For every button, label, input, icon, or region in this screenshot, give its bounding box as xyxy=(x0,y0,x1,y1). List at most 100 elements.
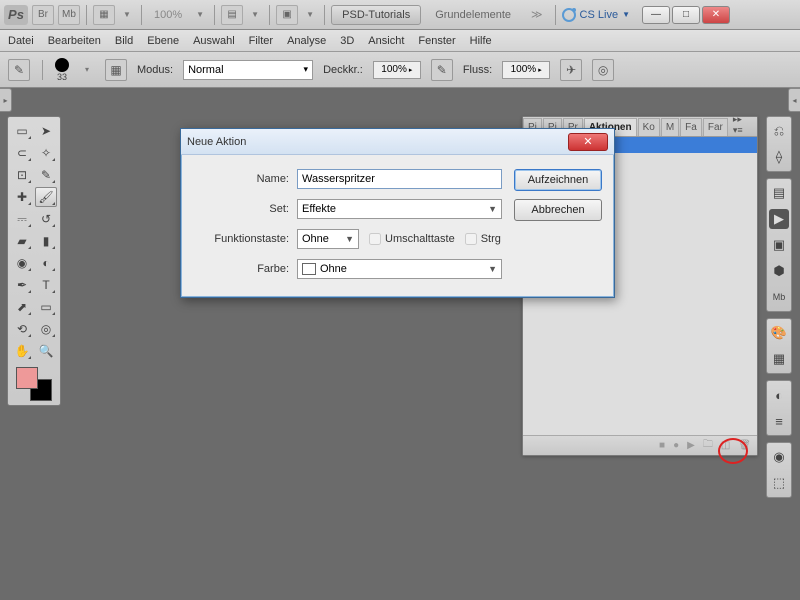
dodge-tool[interactable]: ◐ xyxy=(35,253,57,273)
foreground-color[interactable] xyxy=(16,367,38,389)
right-dock: ⎌ ⟠ ▤ ▶ ▣ ⬢ Mb 🎨 ▦ ◐ ≡ ◉ ⬚ xyxy=(764,116,794,498)
color-icon[interactable]: 🎨 xyxy=(769,323,789,343)
layers-icon[interactable]: ◐ xyxy=(769,385,789,405)
styles-icon[interactable]: ⬢ xyxy=(769,261,789,281)
eraser-tool[interactable]: ▰ xyxy=(11,231,33,251)
title-bar: Ps Br Mb ▦ ▼ 100% ▼ ▤ ▼ ▣ ▼ PSD-Tutorial… xyxy=(0,0,800,30)
cslive-button[interactable]: CS Live ▼ xyxy=(562,8,630,22)
move-tool[interactable]: ▭ xyxy=(11,121,33,141)
3d-panel-icon[interactable]: ⬚ xyxy=(769,473,789,493)
gradient-tool[interactable]: ▮ xyxy=(35,231,57,251)
menu-3d[interactable]: 3D xyxy=(340,35,354,47)
dialog-close-button[interactable]: ✕ xyxy=(568,133,608,151)
extras-icon[interactable]: ▣ xyxy=(276,5,298,25)
dropdown-icon[interactable]: ▼ xyxy=(302,6,318,24)
brush-tool[interactable]: 🖌 xyxy=(35,187,57,207)
stamp-tool[interactable]: ⎓ xyxy=(11,209,33,229)
marquee-tool[interactable]: ➤ xyxy=(35,121,57,141)
blur-tool[interactable]: ◉ xyxy=(11,253,33,273)
flow-field[interactable]: 100%▸ xyxy=(502,61,550,79)
ctrl-checkbox[interactable]: Strg xyxy=(465,233,501,245)
set-select[interactable]: Effekte▼ xyxy=(297,199,502,219)
workspace-tab[interactable]: Grundelemente xyxy=(425,6,521,24)
shift-checkbox[interactable]: Umschalttaste xyxy=(369,233,455,245)
collapse-left-icon[interactable]: ▸ xyxy=(0,88,12,112)
zoom-tool[interactable]: 🔍 xyxy=(35,341,57,361)
eyedropper-tool[interactable]: ✎ xyxy=(35,165,57,185)
record-icon[interactable]: ● xyxy=(673,440,679,451)
panel-tab[interactable]: Fa xyxy=(680,118,702,136)
menu-fenster[interactable]: Fenster xyxy=(418,35,455,47)
crop-tool[interactable]: ⊡ xyxy=(11,165,33,185)
pressure-opacity-icon[interactable]: ✎ xyxy=(431,59,453,81)
brush-tool-icon[interactable]: ✎ xyxy=(8,59,30,81)
trash-icon[interactable]: 🗑 xyxy=(738,440,751,451)
menu-filter[interactable]: Filter xyxy=(249,35,273,47)
menu-ansicht[interactable]: Ansicht xyxy=(368,35,404,47)
panel-tab[interactable]: M xyxy=(661,118,679,136)
mb-icon[interactable]: Mb xyxy=(769,287,789,307)
path-select-tool[interactable]: ⬈ xyxy=(11,297,33,317)
healing-tool[interactable]: ✚ xyxy=(11,187,33,207)
stop-icon[interactable]: ■ xyxy=(659,440,665,451)
menu-ebene[interactable]: Ebene xyxy=(147,35,179,47)
dropdown-icon[interactable]: ▼ xyxy=(247,6,263,24)
blend-mode-select[interactable]: Normal▾ xyxy=(183,60,313,80)
zoom-level[interactable]: 100% xyxy=(148,9,188,21)
brushes-icon[interactable]: ▤ xyxy=(769,183,789,203)
swatches-icon[interactable]: ▦ xyxy=(769,349,789,369)
3d-tool[interactable]: ⟲ xyxy=(11,319,33,339)
maximize-button[interactable]: □ xyxy=(672,6,700,24)
hand-tool[interactable]: ✋ xyxy=(11,341,33,361)
menu-bild[interactable]: Bild xyxy=(115,35,133,47)
close-button[interactable]: ✕ xyxy=(702,6,730,24)
minibridge-icon[interactable]: Mb xyxy=(58,5,80,25)
menu-datei[interactable]: Datei xyxy=(8,35,34,47)
paths-icon[interactable]: ◉ xyxy=(769,447,789,467)
app-logo: Ps xyxy=(4,5,28,25)
play-icon[interactable]: ▶ xyxy=(687,440,695,451)
menu-analyse[interactable]: Analyse xyxy=(287,35,326,47)
pressure-size-icon[interactable]: ◎ xyxy=(592,59,614,81)
panel-more-icon[interactable]: ▸▸ ▾≡ xyxy=(729,117,757,136)
menu-bearbeiten[interactable]: Bearbeiten xyxy=(48,35,101,47)
collapse-right-icon[interactable]: ◂ xyxy=(788,88,800,112)
fnkey-select[interactable]: Ohne▼ xyxy=(297,229,359,249)
brush-preset[interactable]: 33 xyxy=(55,58,69,82)
new-set-icon[interactable]: 🗀 xyxy=(703,437,713,454)
new-action-icon[interactable]: ◫ xyxy=(721,440,730,451)
channels-icon[interactable]: ≡ xyxy=(769,411,789,431)
dropdown-icon[interactable]: ▼ xyxy=(119,6,135,24)
actions-icon[interactable]: ▶ xyxy=(769,209,789,229)
opacity-field[interactable]: 100%▸ xyxy=(373,61,421,79)
color-swatches[interactable] xyxy=(12,367,56,401)
history-icon[interactable]: ⎌ xyxy=(769,121,789,141)
pen-tool[interactable]: ✒ xyxy=(11,275,33,295)
brush-panel-icon[interactable]: ▦ xyxy=(105,59,127,81)
bridge-icon[interactable]: Br xyxy=(32,5,54,25)
menu-auswahl[interactable]: Auswahl xyxy=(193,35,235,47)
menu-hilfe[interactable]: Hilfe xyxy=(470,35,492,47)
record-button[interactable]: Aufzeichnen xyxy=(514,169,602,191)
name-input[interactable] xyxy=(297,169,502,189)
more-workspaces-icon[interactable]: ≫ xyxy=(525,8,549,21)
lasso-tool[interactable]: ⊂ xyxy=(11,143,33,163)
panel-tab[interactable]: Far xyxy=(703,118,728,136)
adjustments-icon[interactable]: ⟠ xyxy=(769,147,789,167)
arrange-icon[interactable]: ▤ xyxy=(221,5,243,25)
screen-mode-icon[interactable]: ▦ xyxy=(93,5,115,25)
wand-tool[interactable]: ✧ xyxy=(35,143,57,163)
history-brush-tool[interactable]: ↺ xyxy=(35,209,57,229)
workspace-tab-active[interactable]: PSD-Tutorials xyxy=(331,5,421,25)
shape-tool[interactable]: ▭ xyxy=(35,297,57,317)
cancel-button[interactable]: Abbrechen xyxy=(514,199,602,221)
properties-icon[interactable]: ▣ xyxy=(769,235,789,255)
color-select[interactable]: Ohne ▼ xyxy=(297,259,502,279)
airbrush-icon[interactable]: ✈ xyxy=(560,59,582,81)
type-tool[interactable]: T xyxy=(35,275,57,295)
panel-tab[interactable]: Ko xyxy=(638,118,660,136)
dropdown-icon[interactable]: ▼ xyxy=(192,6,208,24)
minimize-button[interactable]: ― xyxy=(642,6,670,24)
dropdown-icon[interactable]: ▾ xyxy=(79,61,95,79)
3d-camera-tool[interactable]: ◎ xyxy=(35,319,57,339)
